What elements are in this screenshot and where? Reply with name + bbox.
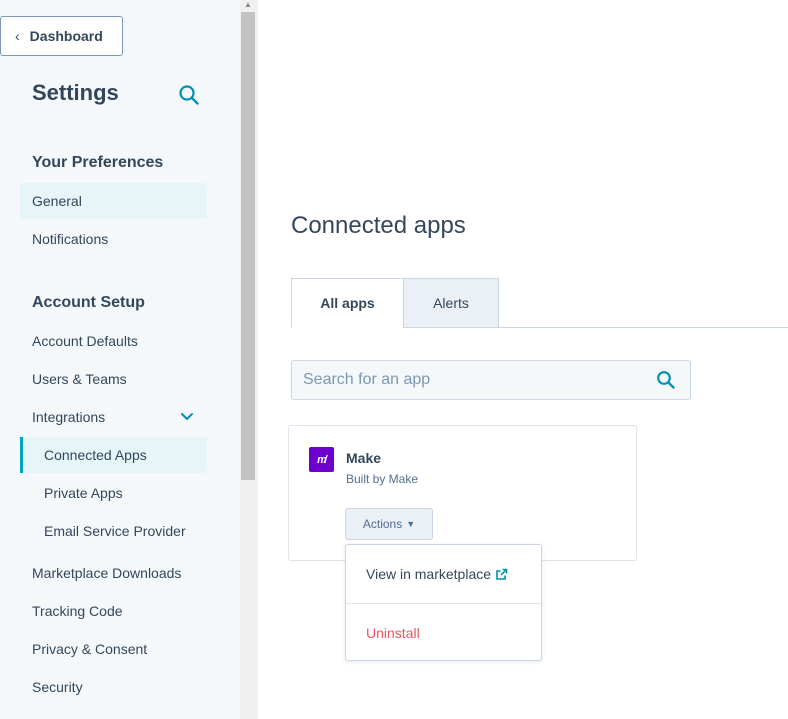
app-name: Make xyxy=(346,450,382,466)
sidebar-scrollbar-thumb[interactable] xyxy=(241,12,255,480)
menu-item-uninstall[interactable]: Uninstall xyxy=(346,604,541,662)
sidebar-item-security[interactable]: Security xyxy=(20,669,207,705)
section-account-setup: Account Setup xyxy=(32,294,145,311)
app-search-input[interactable] xyxy=(291,360,691,400)
app-built-by: Built by Make xyxy=(346,472,419,486)
section-your-preferences: Your Preferences xyxy=(32,154,164,171)
sidebar-item-private-apps[interactable]: Private Apps xyxy=(20,475,207,511)
tab-alerts[interactable]: Alerts xyxy=(403,278,499,328)
scroll-up-arrow-icon[interactable]: ▲ xyxy=(243,0,253,10)
settings-sidebar: ‹ Dashboard Settings Your Preferences Ge… xyxy=(0,0,240,719)
chevron-down-icon[interactable] xyxy=(179,409,195,425)
app-card-make xyxy=(288,425,637,561)
actions-dropdown-button[interactable]: Actions ▼ xyxy=(345,508,433,540)
caret-down-icon: ▼ xyxy=(406,519,416,529)
back-button-label: Dashboard xyxy=(29,28,103,44)
sidebar-item-marketplace-downloads[interactable]: Marketplace Downloads xyxy=(20,555,207,591)
external-link-icon xyxy=(496,568,508,580)
search-icon[interactable] xyxy=(178,84,200,106)
dashboard-back-button[interactable]: ‹ Dashboard xyxy=(0,16,123,56)
page-title: Connected apps xyxy=(291,212,466,239)
sidebar-item-account-defaults[interactable]: Account Defaults xyxy=(20,323,207,359)
sidebar-item-users-teams[interactable]: Users & Teams xyxy=(20,361,207,397)
sidebar-item-email-service-provider[interactable]: Email Service Provider xyxy=(20,513,207,549)
sidebar-item-integrations[interactable]: Integrations xyxy=(20,399,207,435)
sidebar-item-tracking-code[interactable]: Tracking Code xyxy=(20,593,207,629)
settings-title: Settings xyxy=(32,80,119,105)
sidebar-item-general[interactable]: General xyxy=(20,183,207,219)
actions-dropdown-menu: View in marketplace Uninstall xyxy=(345,544,542,661)
menu-item-view-in-marketplace[interactable]: View in marketplace xyxy=(346,545,541,603)
actions-label: Actions xyxy=(362,517,403,531)
sidebar-item-notifications[interactable]: Notifications xyxy=(20,221,207,257)
search-icon[interactable] xyxy=(656,370,676,390)
tab-all-apps[interactable]: All apps xyxy=(291,278,404,328)
view-in-marketplace-label: View in marketplace xyxy=(366,566,492,582)
sidebar-item-connected-apps[interactable]: Connected Apps xyxy=(20,437,207,473)
sidebar-item-integrations-label: Integrations xyxy=(32,409,106,425)
chevron-left-icon: ‹ xyxy=(15,28,20,44)
make-logo-icon: m / xyxy=(309,447,334,472)
sidebar-item-privacy-consent[interactable]: Privacy & Consent xyxy=(20,631,207,667)
